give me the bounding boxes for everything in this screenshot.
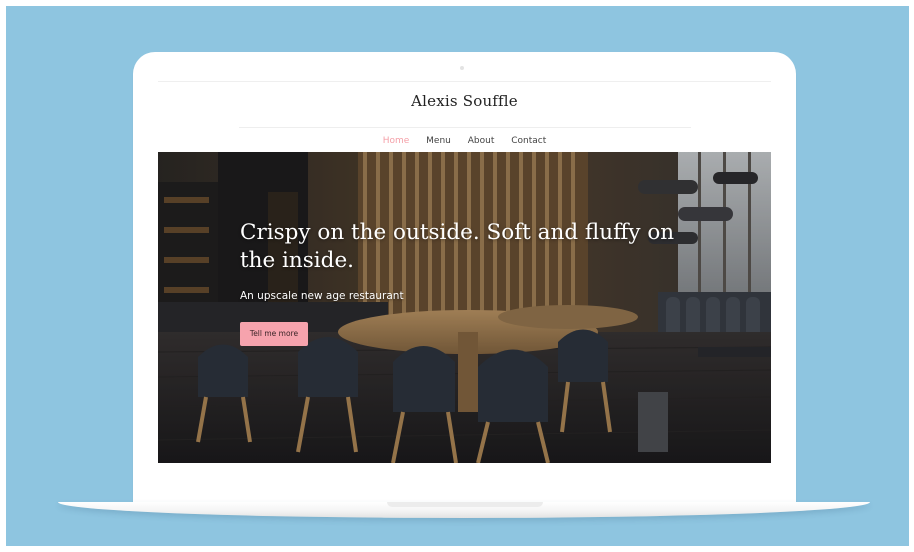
website-screen: Alexis Souffle Home Menu About Contact C… (158, 81, 771, 463)
screen-top-divider (158, 81, 771, 82)
hero-headline: Crispy on the outside. Soft and fluffy o… (240, 220, 675, 273)
nav-about-link[interactable]: About (468, 135, 495, 147)
nav-home-link[interactable]: Home (383, 135, 410, 147)
hero-overlay (158, 152, 771, 463)
tell-me-more-button[interactable]: Tell me more (240, 322, 308, 346)
hero-subheadline: An upscale new age restaurant (240, 290, 404, 302)
hero-section: Crispy on the outside. Soft and fluffy o… (158, 152, 771, 463)
camera-dot (460, 66, 464, 70)
nav-contact-link[interactable]: Contact (511, 135, 546, 147)
site-title[interactable]: Alexis Souffle (158, 92, 771, 110)
nav-menu-link[interactable]: Menu (426, 135, 451, 147)
header-divider (239, 127, 691, 128)
laptop-base-notch (387, 502, 543, 507)
main-nav: Home Menu About Contact (158, 135, 771, 147)
